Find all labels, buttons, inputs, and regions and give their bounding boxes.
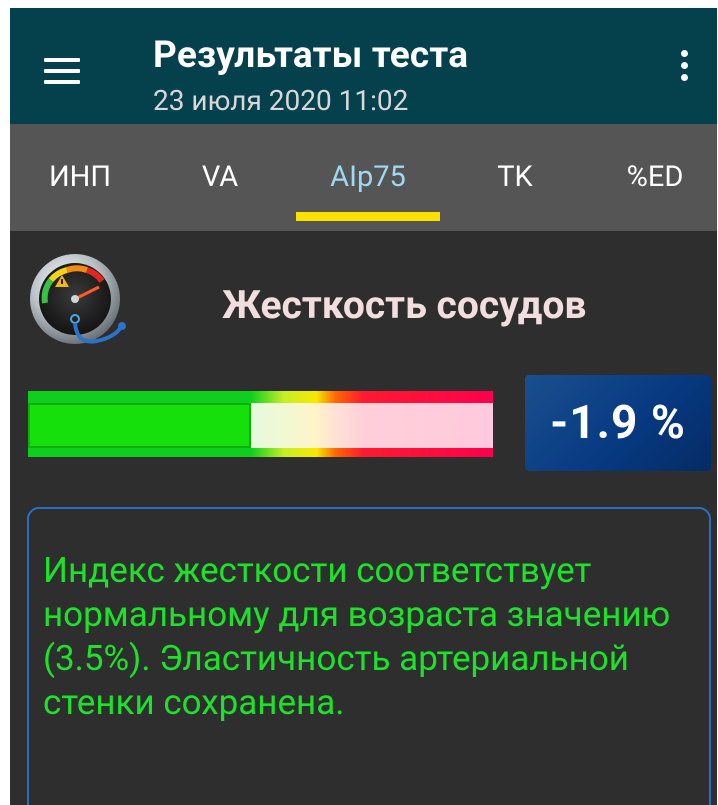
active-tab-indicator <box>296 212 440 221</box>
tab-inp[interactable]: ИНП <box>49 160 111 194</box>
menu-icon[interactable] <box>44 58 80 84</box>
page-title: Результаты теста <box>153 34 469 77</box>
app-bar: Результаты теста 23 июля 2020 11:02 <box>10 8 717 124</box>
result-card: Индекс жесткости соответствует нормально… <box>27 507 711 805</box>
gauge-stethoscope-icon <box>30 254 126 344</box>
section-title: Жесткость сосудов <box>222 282 587 328</box>
tab-bar: ИНП VA AIp75 TK %ED <box>10 124 717 231</box>
page-subtitle: 23 июля 2020 11:02 <box>153 84 409 117</box>
stiffness-indicator-bar <box>28 391 493 457</box>
tab-ed[interactable]: %ED <box>627 160 684 194</box>
more-vertical-icon[interactable] <box>676 50 692 92</box>
result-text: Индекс жесткости соответствует нормально… <box>43 550 671 723</box>
bar-fill <box>28 403 252 448</box>
tab-aip75[interactable]: AIp75 <box>330 160 406 194</box>
tab-va[interactable]: VA <box>202 160 238 194</box>
app-screen: Результаты теста 23 июля 2020 11:02 ИНП … <box>10 8 717 805</box>
value-badge: -1.9 % <box>525 375 711 471</box>
tab-tk[interactable]: TK <box>497 160 533 194</box>
